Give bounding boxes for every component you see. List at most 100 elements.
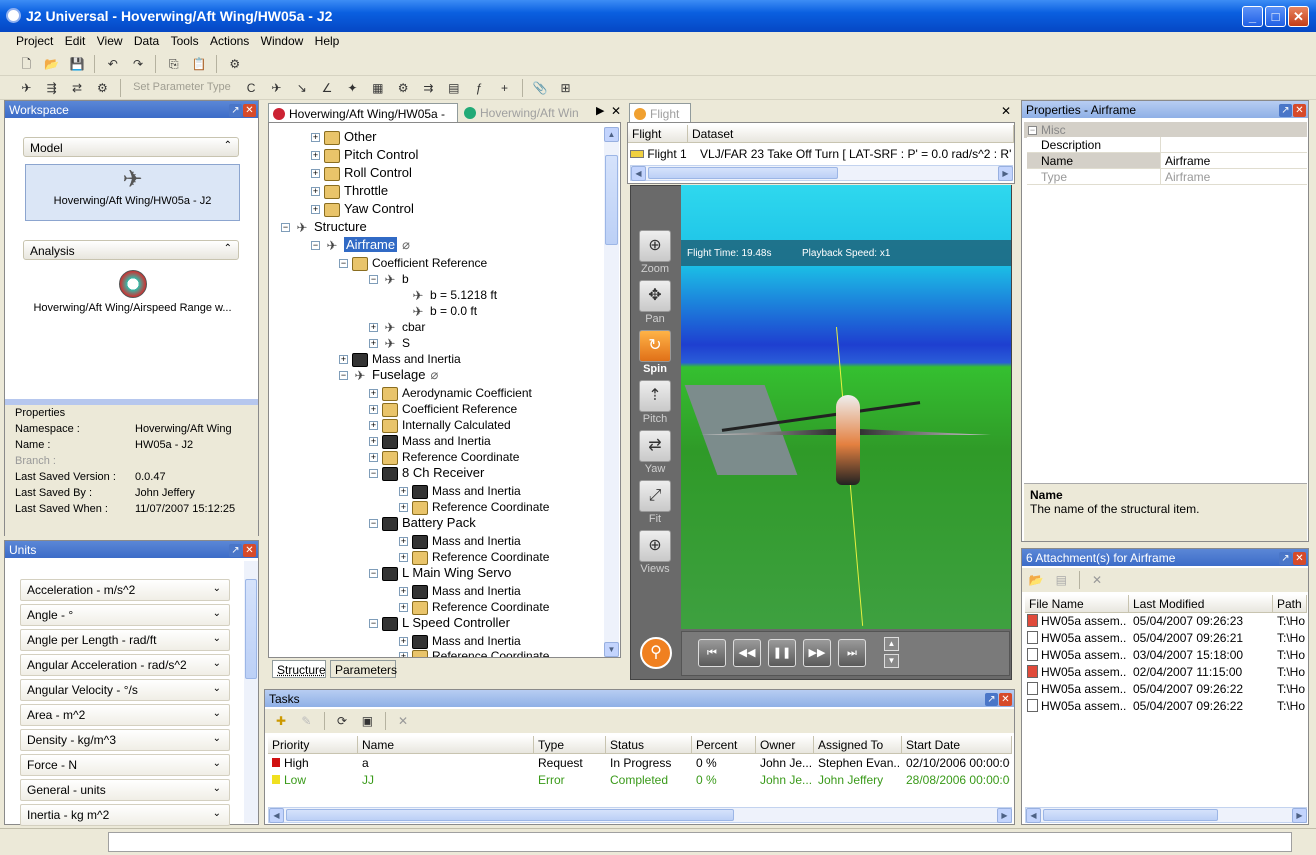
- model-item[interactable]: ✈ Hoverwing/Aft Wing/HW05a - J2: [25, 164, 240, 221]
- add-task-icon[interactable]: ✚: [271, 712, 291, 730]
- tree-row[interactable]: − ✈ Fuselage ⌀: [339, 366, 438, 384]
- menu-help[interactable]: Help: [311, 32, 344, 48]
- attachment-modified[interactable]: 02/04/2007 11:15:00: [1133, 665, 1271, 681]
- angle-icon[interactable]: ∠: [317, 79, 337, 97]
- column-header[interactable]: Last Modified: [1129, 595, 1273, 613]
- units-scrollbar[interactable]: [244, 561, 258, 823]
- unit-row[interactable]: Angle - ° ⌄: [20, 604, 230, 626]
- set-parameter-type-dropdown[interactable]: Set Parameter Type: [133, 81, 231, 93]
- task-cell-name[interactable]: JJ: [362, 773, 532, 789]
- speed-up-button[interactable]: ▲: [884, 637, 899, 651]
- task-cell-priority[interactable]: Low: [272, 773, 356, 789]
- column-header[interactable]: Path: [1273, 595, 1307, 613]
- expand-icon[interactable]: +: [339, 355, 348, 365]
- attachment-modified[interactable]: 05/04/2007 09:26:22: [1133, 699, 1271, 715]
- doc-tab-inactive[interactable]: Hoverwing/Aft Win: [460, 105, 585, 122]
- view-spin-button[interactable]: ↻: [639, 330, 671, 362]
- attachment-file[interactable]: HW05a assem...: [1027, 699, 1127, 715]
- tab-close-icon[interactable]: ✕: [611, 104, 621, 118]
- skip-start-button[interactable]: ⏮: [698, 639, 726, 667]
- attachment-path[interactable]: T:\Ho: [1277, 699, 1307, 715]
- attachment-icon[interactable]: 📎: [530, 79, 550, 97]
- minimize-button[interactable]: _: [1242, 6, 1263, 27]
- scroll-left-icon[interactable]: ◀: [269, 808, 284, 823]
- collapse-icon[interactable]: −: [369, 469, 378, 479]
- attachments-hscroll[interactable]: ◀ ▶: [1025, 807, 1307, 823]
- column-header[interactable]: Assigned To: [814, 736, 902, 754]
- column-header[interactable]: Priority: [268, 736, 358, 754]
- paste-icon[interactable]: 📋: [189, 55, 209, 73]
- attachment-file[interactable]: HW05a assem...: [1027, 614, 1127, 630]
- expand-icon[interactable]: +: [311, 169, 320, 179]
- expand-icon[interactable]: +: [399, 503, 408, 513]
- property-name[interactable]: Type: [1027, 169, 1162, 185]
- menu-project[interactable]: Project: [0, 32, 57, 48]
- expand-icon[interactable]: +: [311, 151, 320, 161]
- expand-icon[interactable]: +: [399, 603, 408, 613]
- function-icon[interactable]: ƒ: [469, 79, 489, 97]
- attachment-modified[interactable]: 05/04/2007 09:26:23: [1133, 614, 1271, 630]
- property-value[interactable]: [1160, 137, 1307, 153]
- calc-icon[interactable]: ▤: [444, 79, 464, 97]
- property-value[interactable]: Airframe: [1160, 169, 1307, 185]
- pin-icon[interactable]: ↗: [229, 544, 242, 557]
- close-icon[interactable]: ✕: [1293, 104, 1306, 117]
- column-header[interactable]: Name: [358, 736, 534, 754]
- task-cell-assigned[interactable]: Stephen Evan...: [818, 756, 900, 772]
- properties-icon[interactable]: ▣: [357, 712, 377, 730]
- pin-icon[interactable]: ↗: [1279, 552, 1292, 565]
- expand-icon[interactable]: +: [369, 323, 378, 333]
- analysis-item[interactable]: Hoverwing/Aft Wing/Airspeed Range w...: [25, 266, 240, 323]
- menu-window[interactable]: Window: [257, 32, 308, 48]
- collapse-icon[interactable]: −: [369, 275, 378, 285]
- maximize-button[interactable]: □: [1265, 6, 1286, 27]
- tree-row[interactable]: + Throttle: [311, 182, 388, 200]
- tab-structure[interactable]: Structure: [272, 660, 326, 678]
- tree-row[interactable]: − 8 Ch Receiver: [369, 464, 484, 482]
- gears-icon[interactable]: ⚙: [393, 79, 413, 97]
- tree-row[interactable]: − Battery Pack: [369, 514, 476, 532]
- expand-icon[interactable]: +: [369, 405, 378, 415]
- expand-icon[interactable]: +: [369, 339, 378, 349]
- menu-tools[interactable]: Tools: [167, 32, 203, 48]
- column-header[interactable]: Percent: [692, 736, 756, 754]
- tools-icon[interactable]: ⚙: [225, 55, 245, 73]
- task-cell-assigned[interactable]: John Jeffery: [818, 773, 900, 789]
- tree-scrollbar[interactable]: ▲ ▼: [604, 127, 619, 657]
- scroll-left-icon[interactable]: ◀: [631, 166, 646, 181]
- doc-tab-active[interactable]: Hoverwing/Aft Wing/HW05a - J2: [268, 103, 458, 135]
- collapse-icon[interactable]: −: [339, 259, 348, 269]
- unit-row[interactable]: Density - kg/m^3 ⌄: [20, 729, 230, 751]
- task-cell-type[interactable]: Request: [538, 756, 604, 772]
- collapse-icon[interactable]: −: [369, 619, 378, 629]
- scroll-left-icon[interactable]: ◀: [1026, 808, 1041, 823]
- flight-hscroll[interactable]: ◀ ▶: [630, 165, 1013, 181]
- tree-row[interactable]: + Pitch Control: [311, 146, 418, 164]
- refresh-icon[interactable]: ⟳: [332, 712, 352, 730]
- copy-icon[interactable]: ⎘: [164, 55, 184, 73]
- 3d-view[interactable]: Flight Time: 19.48s Playback Speed: x1: [681, 185, 1011, 629]
- close-icon[interactable]: ✕: [243, 544, 256, 557]
- task-cell-start[interactable]: 02/10/2006 00:00:00: [906, 756, 1010, 772]
- attachment-path[interactable]: T:\Ho: [1277, 665, 1307, 681]
- pin-icon[interactable]: ↗: [229, 104, 242, 117]
- close-icon[interactable]: ✕: [1293, 552, 1306, 565]
- tasks-hscroll[interactable]: ◀ ▶: [268, 807, 1012, 823]
- hierarchy-icon[interactable]: ⊞: [556, 79, 576, 97]
- fast-forward-button[interactable]: ▶▶: [803, 639, 831, 667]
- pin-icon[interactable]: ↗: [1279, 104, 1292, 117]
- unit-row[interactable]: Area - m^2 ⌄: [20, 704, 230, 726]
- close-button[interactable]: ✕: [1288, 6, 1309, 27]
- link-icon[interactable]: ⇄: [67, 79, 87, 97]
- unit-row[interactable]: Force - N ⌄: [20, 754, 230, 776]
- analysis-section-header[interactable]: Analysis ⌃: [23, 240, 239, 260]
- close-icon[interactable]: ✕: [999, 693, 1012, 706]
- expand-icon[interactable]: +: [369, 389, 378, 399]
- scroll-right-icon[interactable]: ▶: [998, 166, 1013, 181]
- flight-col-header[interactable]: Flight: [628, 125, 688, 143]
- expand-icon[interactable]: +: [369, 437, 378, 447]
- scroll-down-icon[interactable]: ▼: [604, 642, 619, 657]
- expand-icon[interactable]: +: [399, 587, 408, 597]
- expand-icon[interactable]: +: [399, 537, 408, 547]
- task-cell-status[interactable]: Completed: [610, 773, 690, 789]
